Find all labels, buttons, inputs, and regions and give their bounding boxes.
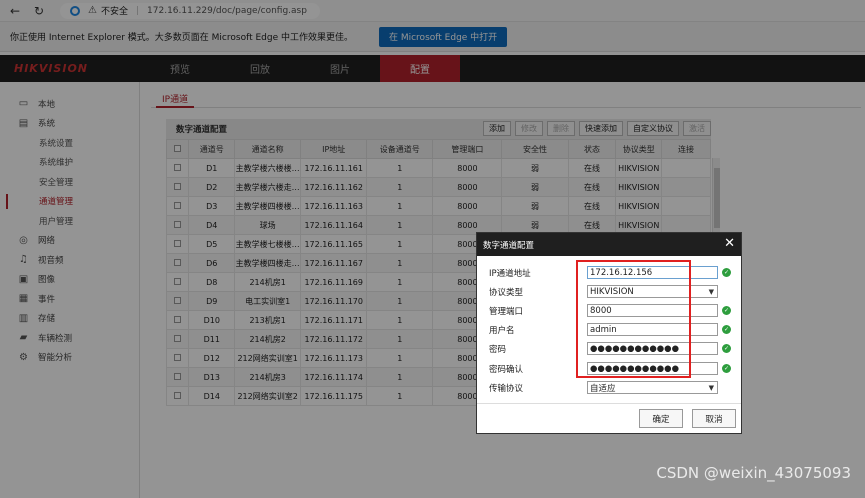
protocol-label: 协议类型 (489, 287, 524, 298)
close-icon[interactable]: ✕ (724, 236, 735, 251)
transport-label: 传输协议 (489, 383, 524, 394)
user-label: 用户名 (489, 325, 515, 336)
annotation-highlight-box (576, 260, 691, 378)
dialog-footer: 确定 取消 (477, 403, 741, 433)
transport-row: 传输协议 自适应 ▼ (489, 379, 739, 396)
confirm-label: 密码确认 (489, 364, 524, 375)
transport-select[interactable]: 自适应 ▼ (587, 381, 718, 394)
ok-button[interactable]: 确定 (639, 409, 683, 428)
ip-label: IP通道地址 (489, 268, 531, 279)
check-icon: ✓ (722, 325, 731, 334)
watermark: CSDN @weixin_43075093 (656, 464, 851, 482)
chevron-down-icon: ▼ (708, 383, 714, 392)
check-icon: ✓ (722, 364, 731, 373)
check-icon: ✓ (722, 268, 731, 277)
dialog-title: 数字通道配置 (483, 240, 535, 251)
transport-value: 自适应 (590, 383, 616, 394)
dialog-header: 数字通道配置 ✕ (477, 233, 741, 256)
check-icon: ✓ (722, 344, 731, 353)
port-label: 管理端口 (489, 306, 524, 317)
cancel-button[interactable]: 取消 (692, 409, 736, 428)
chevron-down-icon: ▼ (708, 287, 714, 296)
check-icon: ✓ (722, 306, 731, 315)
password-label: 密码 (489, 344, 507, 355)
